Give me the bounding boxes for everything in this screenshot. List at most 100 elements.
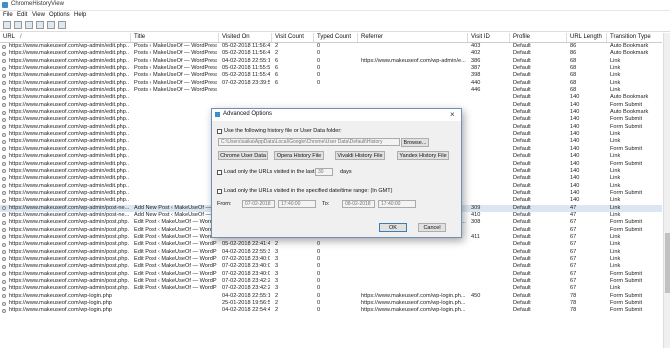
cell-profile: Default: [513, 189, 531, 196]
cell-url: https://www.makeuseof.com/wp-admin/edit.…: [9, 43, 129, 49]
table-row[interactable]: https://www.makeuseof.com/wp-admin/edit.…: [0, 87, 662, 94]
yandex-history-file-button[interactable]: Yandex History File: [397, 151, 449, 160]
use-file-checkbox[interactable]: [217, 129, 222, 134]
history-item-icon: [2, 228, 6, 233]
refresh-icon[interactable]: [36, 21, 44, 29]
cell-visited-on: 25-01-2018 19:56:52: [222, 300, 270, 307]
table-row[interactable]: https://www.makeuseof.com/wp-admin/post.…: [0, 271, 662, 278]
html-report-icon[interactable]: [47, 21, 55, 29]
table-row[interactable]: https://www.makeuseof.com/wp-login.php 25…: [0, 300, 662, 307]
cell-url: https://www.makeuseof.com/wp-admin/post.…: [9, 248, 129, 255]
table-row[interactable]: https://www.makeuseof.com/wp-admin/edit.…: [0, 43, 662, 50]
cell-visited-on: 05-02-2018 11:56:45: [222, 43, 270, 49]
menu-edit[interactable]: Edit: [17, 12, 27, 18]
properties-icon[interactable]: [25, 21, 33, 29]
col-visit-count[interactable]: Visit Count: [275, 34, 304, 40]
col-title[interactable]: Title: [134, 34, 145, 40]
menu-options[interactable]: Options: [49, 12, 70, 18]
cell-title: Add New Post ‹ MakeUseOf — WordPr...: [134, 211, 217, 218]
to-time-field[interactable]: 17:40:00: [378, 200, 416, 208]
browse-button[interactable]: Browse...: [401, 138, 429, 147]
from-time-field[interactable]: 17:40:00: [278, 200, 316, 208]
cell-visit-id: 446: [471, 87, 481, 94]
cell-title: Posts ‹ MakeUseOf — WordPress: [134, 65, 217, 72]
cell-url: https://www.makeuseof.com/wp-admin/post-…: [9, 211, 129, 218]
col-url[interactable]: URL: [3, 34, 15, 40]
table-row[interactable]: https://www.makeuseof.com/wp-admin/edit.…: [0, 72, 662, 79]
cell-visit-count: 2: [275, 50, 279, 57]
opera-history-file-button[interactable]: Opera History File: [274, 151, 324, 160]
chrome-user-data-button[interactable]: Chrome User Data: [218, 151, 268, 160]
cell-url-length: 67: [570, 285, 577, 292]
to-date-field[interactable]: 08-02-2018: [342, 200, 375, 208]
col-referrer[interactable]: Referrer: [361, 34, 383, 40]
table-row[interactable]: https://www.makeuseof.com/wp-login.php 04…: [0, 293, 662, 300]
cell-transition-type: Link: [610, 233, 621, 240]
cell-visited-on: 05-02-2018 11:55:53: [222, 65, 270, 72]
cell-transition-type: Link: [610, 204, 621, 211]
cell-url: https://www.makeuseof.com/wp-admin/post.…: [9, 278, 129, 284]
sort-indicator-icon: /: [20, 34, 22, 40]
days-field[interactable]: 30: [315, 168, 333, 176]
col-transition-type[interactable]: Transition Type: [610, 34, 651, 40]
cell-visited-on: 04-02-2018 22:55:19: [222, 57, 270, 64]
table-row[interactable]: https://www.makeuseof.com/wp-admin/edit.…: [0, 65, 662, 72]
vivaldi-history-file-button[interactable]: Vivaldi History File: [335, 151, 385, 160]
cell-typed-count: 0: [317, 79, 321, 86]
find-icon[interactable]: [58, 21, 66, 29]
cell-url-length: 86: [570, 50, 577, 57]
table-row[interactable]: https://www.makeuseof.com/wp-login.php 04…: [0, 307, 662, 314]
menu-file[interactable]: File: [3, 12, 13, 18]
table-row[interactable]: https://www.makeuseof.com/wp-admin/post.…: [0, 285, 662, 292]
cell-url: https://www.makeuseof.com/wp-admin/edit.…: [9, 65, 129, 72]
cell-transition-type: Form Submit: [610, 219, 643, 226]
cell-typed-count: 0: [317, 292, 321, 299]
table-row[interactable]: https://www.makeuseof.com/wp-admin/edit.…: [0, 50, 662, 57]
vertical-scrollbar[interactable]: [663, 33, 670, 348]
table-row[interactable]: https://www.makeuseof.com/wp-admin/edit.…: [0, 94, 662, 101]
cell-url-length: 140: [570, 145, 580, 152]
cell-profile: Default: [513, 307, 531, 314]
col-visit-id[interactable]: Visit ID: [471, 34, 490, 40]
cell-profile: Default: [513, 138, 531, 145]
cell-profile: Default: [513, 300, 531, 307]
cell-url-length: 140: [570, 197, 580, 204]
last-days-checkbox[interactable]: [217, 170, 222, 175]
to-label: To:: [322, 201, 330, 207]
cell-url: https://www.makeuseof.com/wp-admin/edit.…: [9, 72, 129, 79]
col-url-length[interactable]: URL Length: [570, 34, 602, 40]
date-range-checkbox[interactable]: [217, 189, 222, 194]
table-row[interactable]: https://www.makeuseof.com/wp-admin/post.…: [0, 263, 662, 270]
menu-view[interactable]: View: [32, 12, 45, 18]
from-date-field[interactable]: 07-02-2018: [242, 200, 275, 208]
cell-referrer: https://www.makeuseof.com/wp-admin/e...: [361, 57, 466, 64]
cell-url: https://www.makeuseof.com/wp-admin/edit.…: [9, 87, 129, 94]
menu-help[interactable]: Help: [74, 12, 86, 18]
copy-icon[interactable]: [14, 21, 22, 29]
cell-title: Posts ‹ MakeUseOf — WordPress: [134, 57, 217, 64]
table-row[interactable]: https://www.makeuseof.com/wp-admin/post.…: [0, 256, 662, 263]
cell-transition-type: Link: [610, 197, 621, 204]
table-row[interactable]: https://www.makeuseof.com/wp-admin/post.…: [0, 249, 662, 256]
cell-visit-count: 2: [275, 292, 279, 299]
cell-visit-id: 398: [471, 72, 481, 79]
table-row[interactable]: https://www.makeuseof.com/wp-admin/post.…: [0, 278, 662, 285]
date-range-label: Load only the URLs visited in the specif…: [224, 188, 393, 194]
cell-profile: Default: [513, 248, 531, 255]
table-row[interactable]: https://www.makeuseof.com/wp-admin/edit.…: [0, 80, 662, 87]
col-visited-on[interactable]: Visited On: [222, 34, 250, 40]
ok-button[interactable]: OK: [379, 223, 407, 232]
table-row[interactable]: https://www.makeuseof.com/wp-admin/post.…: [0, 241, 662, 248]
col-profile[interactable]: Profile: [513, 34, 530, 40]
cell-transition-type: Form Submit: [610, 145, 643, 152]
col-typed-count[interactable]: Typed Count: [317, 34, 351, 40]
cancel-button[interactable]: Cancel: [418, 223, 446, 232]
save-icon[interactable]: [3, 21, 11, 29]
cell-transition-type: Link: [610, 153, 621, 160]
table-row[interactable]: https://www.makeuseof.com/wp-admin/edit.…: [0, 58, 662, 65]
history-path-field[interactable]: C:\Users\saika\AppData\Local\Google\Chro…: [218, 138, 400, 146]
cell-title: Add New Post ‹ MakeUseOf — WordPr...: [134, 204, 217, 211]
scrollbar-thumb[interactable]: [665, 233, 670, 293]
close-icon[interactable]: ×: [450, 110, 455, 119]
cell-profile: Default: [513, 131, 531, 138]
